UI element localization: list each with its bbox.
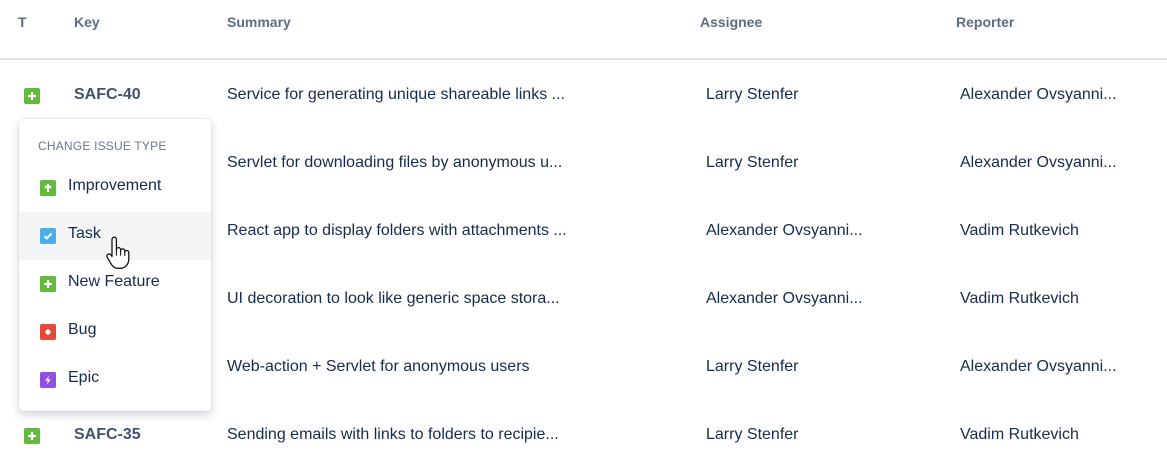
menu-item-label: Improvement <box>68 177 162 194</box>
menu-item-epic[interactable]: Epic <box>19 356 211 404</box>
new-feature-icon[interactable] <box>24 428 40 444</box>
menu-item-bug[interactable]: Bug <box>19 308 211 356</box>
menu-item-label: Bug <box>68 321 97 338</box>
issue-summary[interactable]: React app to display folders with attach… <box>227 222 567 240</box>
column-header-key[interactable]: Key <box>74 14 100 30</box>
issue-assignee: Larry Stenfer <box>706 154 799 171</box>
issue-reporter: Alexander Ovsyanni... <box>960 154 1117 171</box>
issue-summary[interactable]: Servlet for downloading files by anonymo… <box>227 154 562 172</box>
menu-item-label: Epic <box>68 369 100 386</box>
issue-summary[interactable]: Service for generating unique shareable … <box>227 86 565 104</box>
bug-dot-icon <box>40 324 56 340</box>
issue-assignee: Alexander Ovsyanni... <box>706 222 863 239</box>
bolt-icon <box>40 372 56 388</box>
column-header-type[interactable]: T <box>18 14 27 30</box>
issue-assignee: Larry Stenfer <box>706 358 799 375</box>
menu-item-label: New Feature <box>68 273 160 290</box>
table-row[interactable]: SAFC-40 Service for generating unique sh… <box>0 72 1167 120</box>
plus-icon <box>40 276 56 292</box>
issue-reporter: Vadim Rutkevich <box>960 426 1079 443</box>
issue-assignee: Larry Stenfer <box>706 426 799 443</box>
issue-reporter: Vadim Rutkevich <box>960 222 1079 239</box>
menu-item-improvement[interactable]: Improvement <box>19 164 211 212</box>
issue-key[interactable]: SAFC-40 <box>74 86 141 104</box>
issue-assignee: Larry Stenfer <box>706 86 799 103</box>
column-header-assignee[interactable]: Assignee <box>700 14 762 30</box>
column-header-summary[interactable]: Summary <box>227 14 291 30</box>
new-feature-icon[interactable] <box>24 88 40 104</box>
menu-title: CHANGE ISSUE TYPE <box>38 139 167 153</box>
issue-reporter: Alexander Ovsyanni... <box>960 358 1117 375</box>
issue-summary[interactable]: UI decoration to look like generic space… <box>227 290 560 308</box>
table-row[interactable]: SAFC-35 Sending emails with links to fol… <box>0 412 1167 460</box>
issue-reporter: Alexander Ovsyanni... <box>960 86 1117 103</box>
issue-key[interactable]: SAFC-35 <box>74 426 141 444</box>
check-icon <box>40 228 56 244</box>
hand-pointer-cursor-icon <box>106 236 130 269</box>
issue-summary[interactable]: Sending emails with links to folders to … <box>227 426 559 444</box>
issue-summary[interactable]: Web-action + Servlet for anonymous users <box>227 358 530 376</box>
column-header-reporter[interactable]: Reporter <box>956 14 1014 30</box>
issue-reporter: Vadim Rutkevich <box>960 290 1079 307</box>
arrow-up-icon <box>40 180 56 196</box>
menu-item-label: Task <box>68 225 101 242</box>
table-header: T Key Summary Assignee Reporter <box>0 0 1167 60</box>
issue-assignee: Alexander Ovsyanni... <box>706 290 863 307</box>
